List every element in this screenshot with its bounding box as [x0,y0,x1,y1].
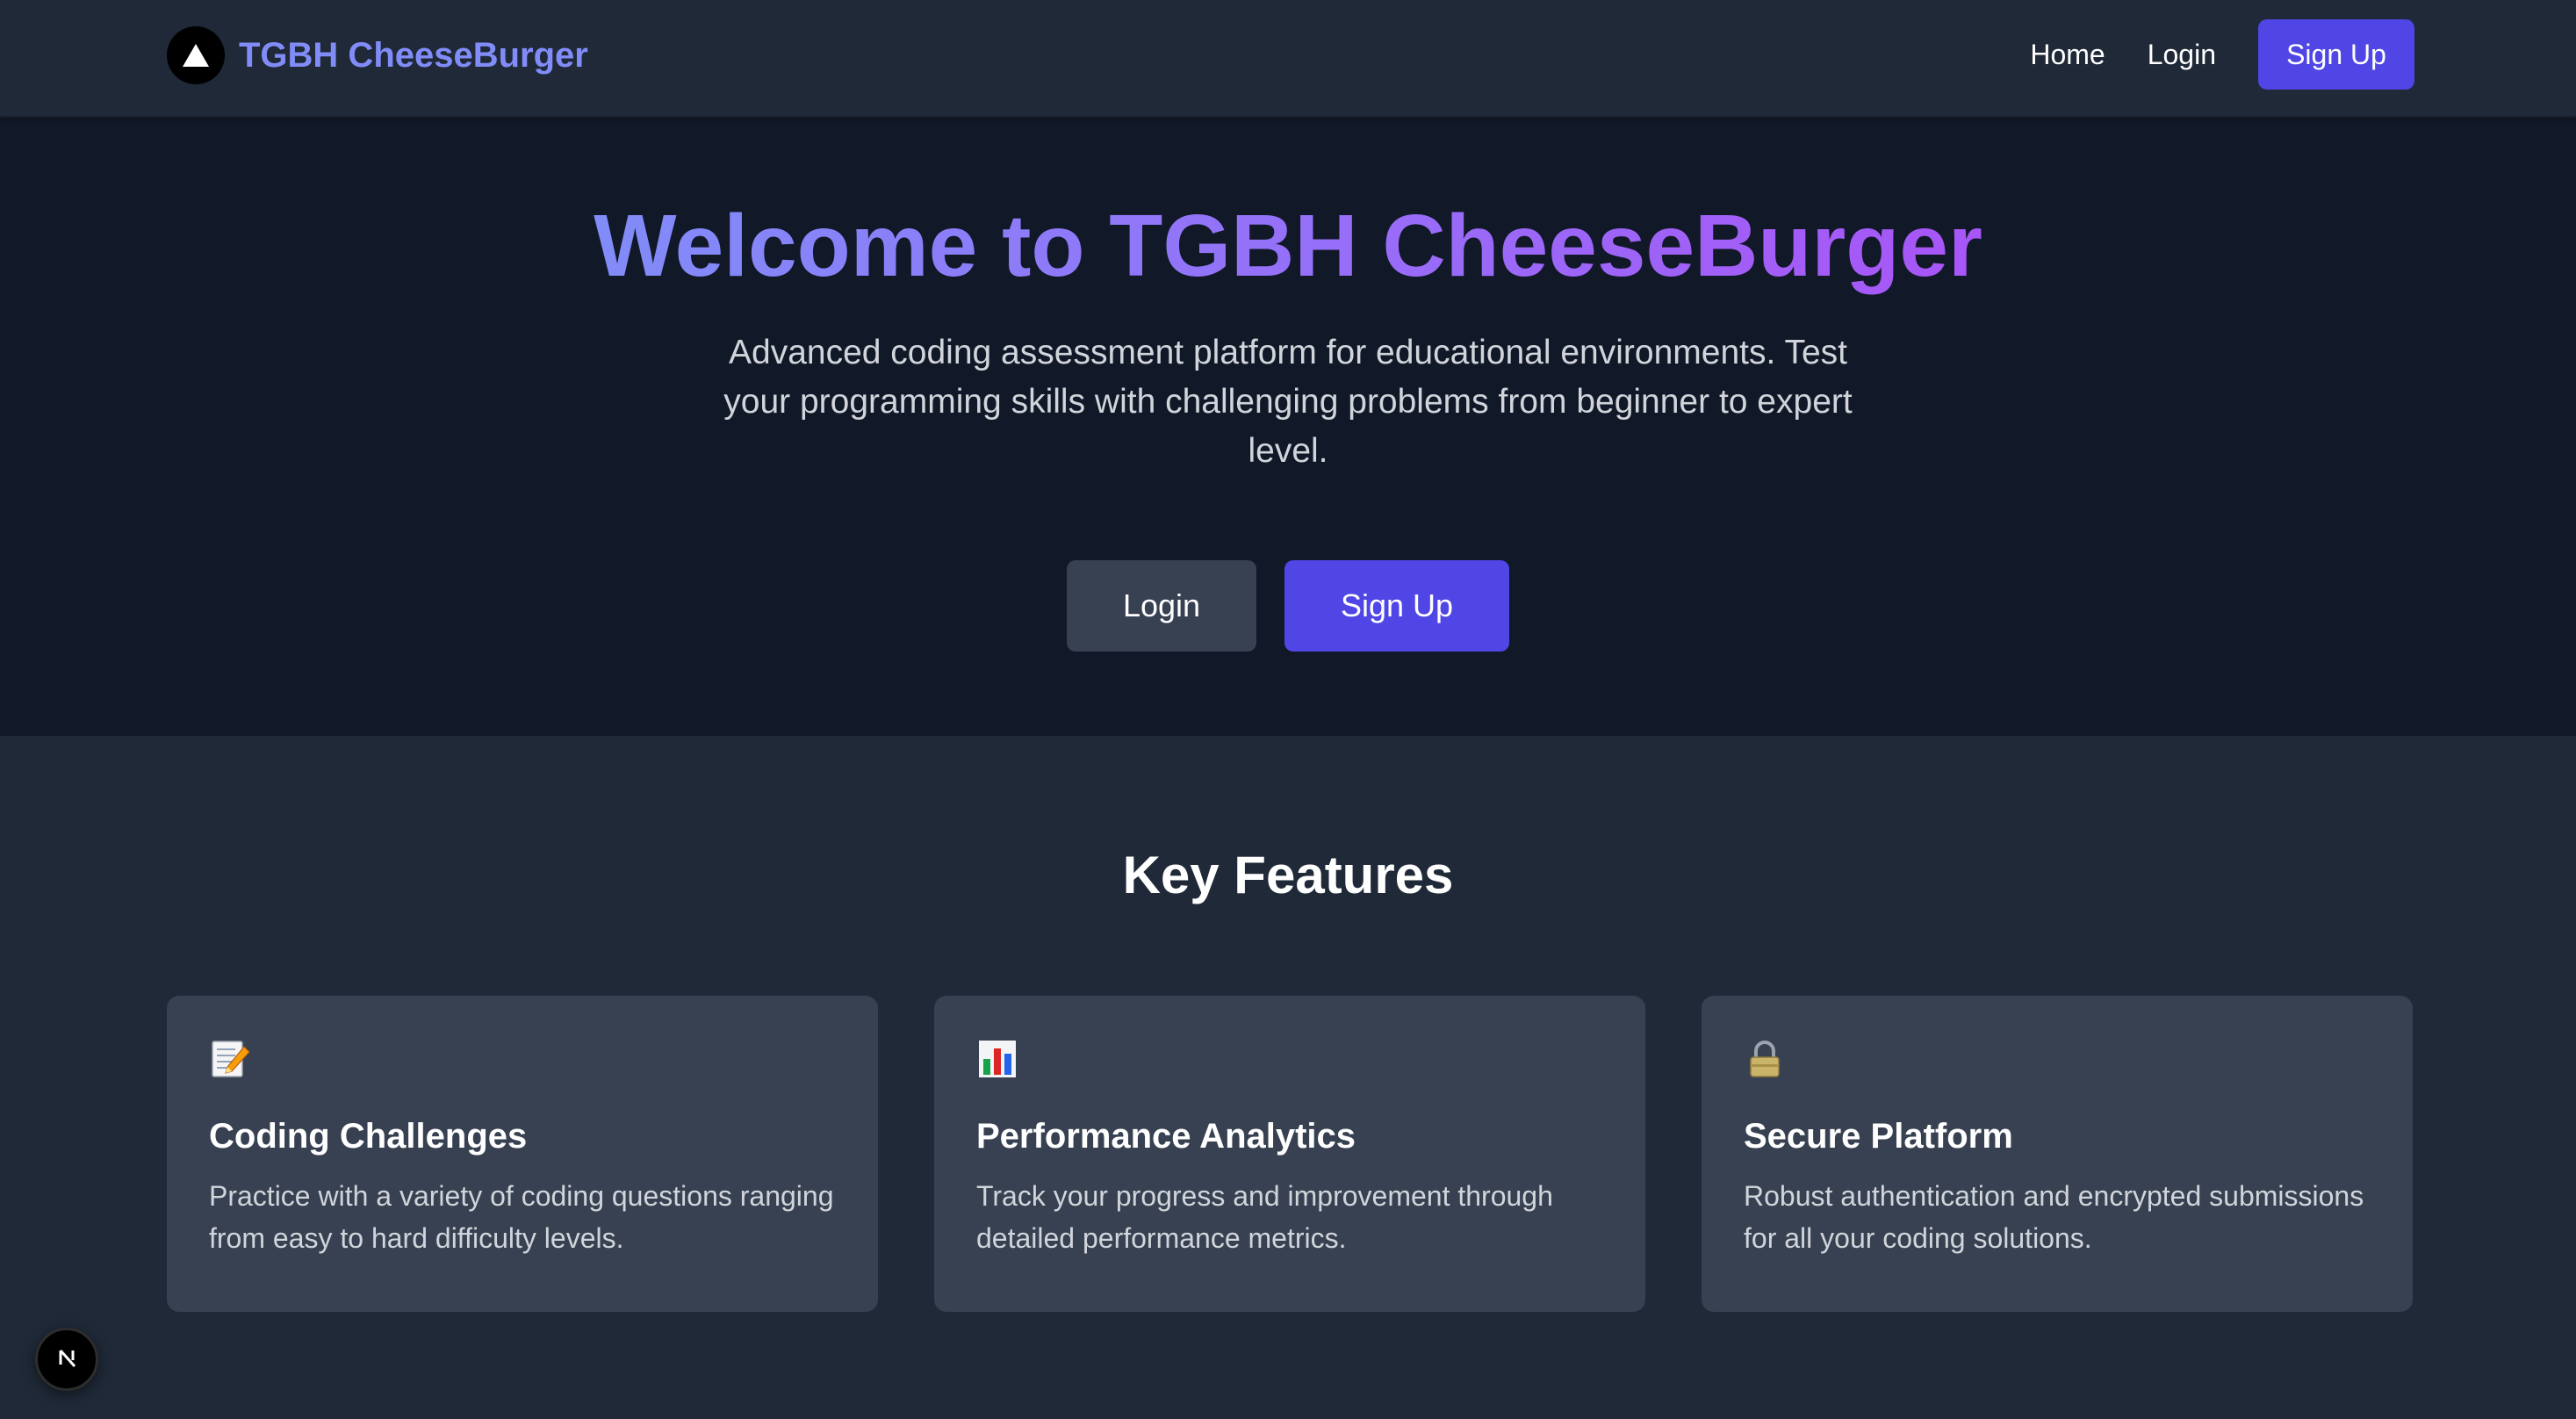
feature-card-coding-challenges: Coding Challenges Practice with a variet… [167,996,878,1312]
nav-links: Home Login Sign Up [2030,19,2414,90]
hero-title: Welcome to TGBH CheeseBurger [0,193,2576,299]
features-heading: Key Features [1122,846,1454,904]
feature-card-description: Practice with a variety of coding questi… [209,1180,834,1254]
feature-card-title: Secure Platform [1744,1117,2013,1156]
feature-card-description: Track your progress and improvement thro… [976,1180,1553,1254]
hero-description: Advanced coding assessment platform for … [723,334,1853,470]
feature-card-description: Robust authentication and encrypted subm… [1744,1180,2364,1254]
triangle-logo-icon [167,26,225,84]
hero-signup-button[interactable]: Sign Up [1284,560,1509,652]
features-section: Key Features Coding Challenges Practice … [0,736,2576,1419]
top-navbar: TGBH CheeseBurger Home Login Sign Up [0,0,2576,118]
hero-buttons: Login Sign Up [0,560,2576,652]
feature-card-secure-platform: Secure Platform Robust authentication an… [1702,996,2413,1312]
memo-icon [209,1038,251,1080]
brand-name: TGBH CheeseBurger [239,35,588,75]
feature-card-performance-analytics: Performance Analytics Track your progres… [934,996,1645,1312]
feature-card-title: Coding Challenges [209,1117,528,1156]
nextjs-dev-badge[interactable] [35,1328,98,1391]
bar-chart-icon [976,1038,1018,1080]
nav-login-link[interactable]: Login [2148,39,2216,71]
lock-icon [1744,1038,1786,1080]
nav-home-link[interactable]: Home [2030,39,2105,71]
hero-title-text: Welcome to TGBH CheeseBurger [594,197,1982,295]
feature-cards: Coding Challenges Practice with a variet… [167,996,2414,1312]
feature-card-title: Performance Analytics [976,1117,1356,1156]
hero-login-button[interactable]: Login [1067,560,1256,652]
hero-section: Welcome to TGBH CheeseBurger Advanced co… [0,118,2576,736]
nextjs-icon [52,1343,82,1377]
brand-link[interactable]: TGBH CheeseBurger [167,26,588,84]
nav-signup-button[interactable]: Sign Up [2258,19,2414,90]
